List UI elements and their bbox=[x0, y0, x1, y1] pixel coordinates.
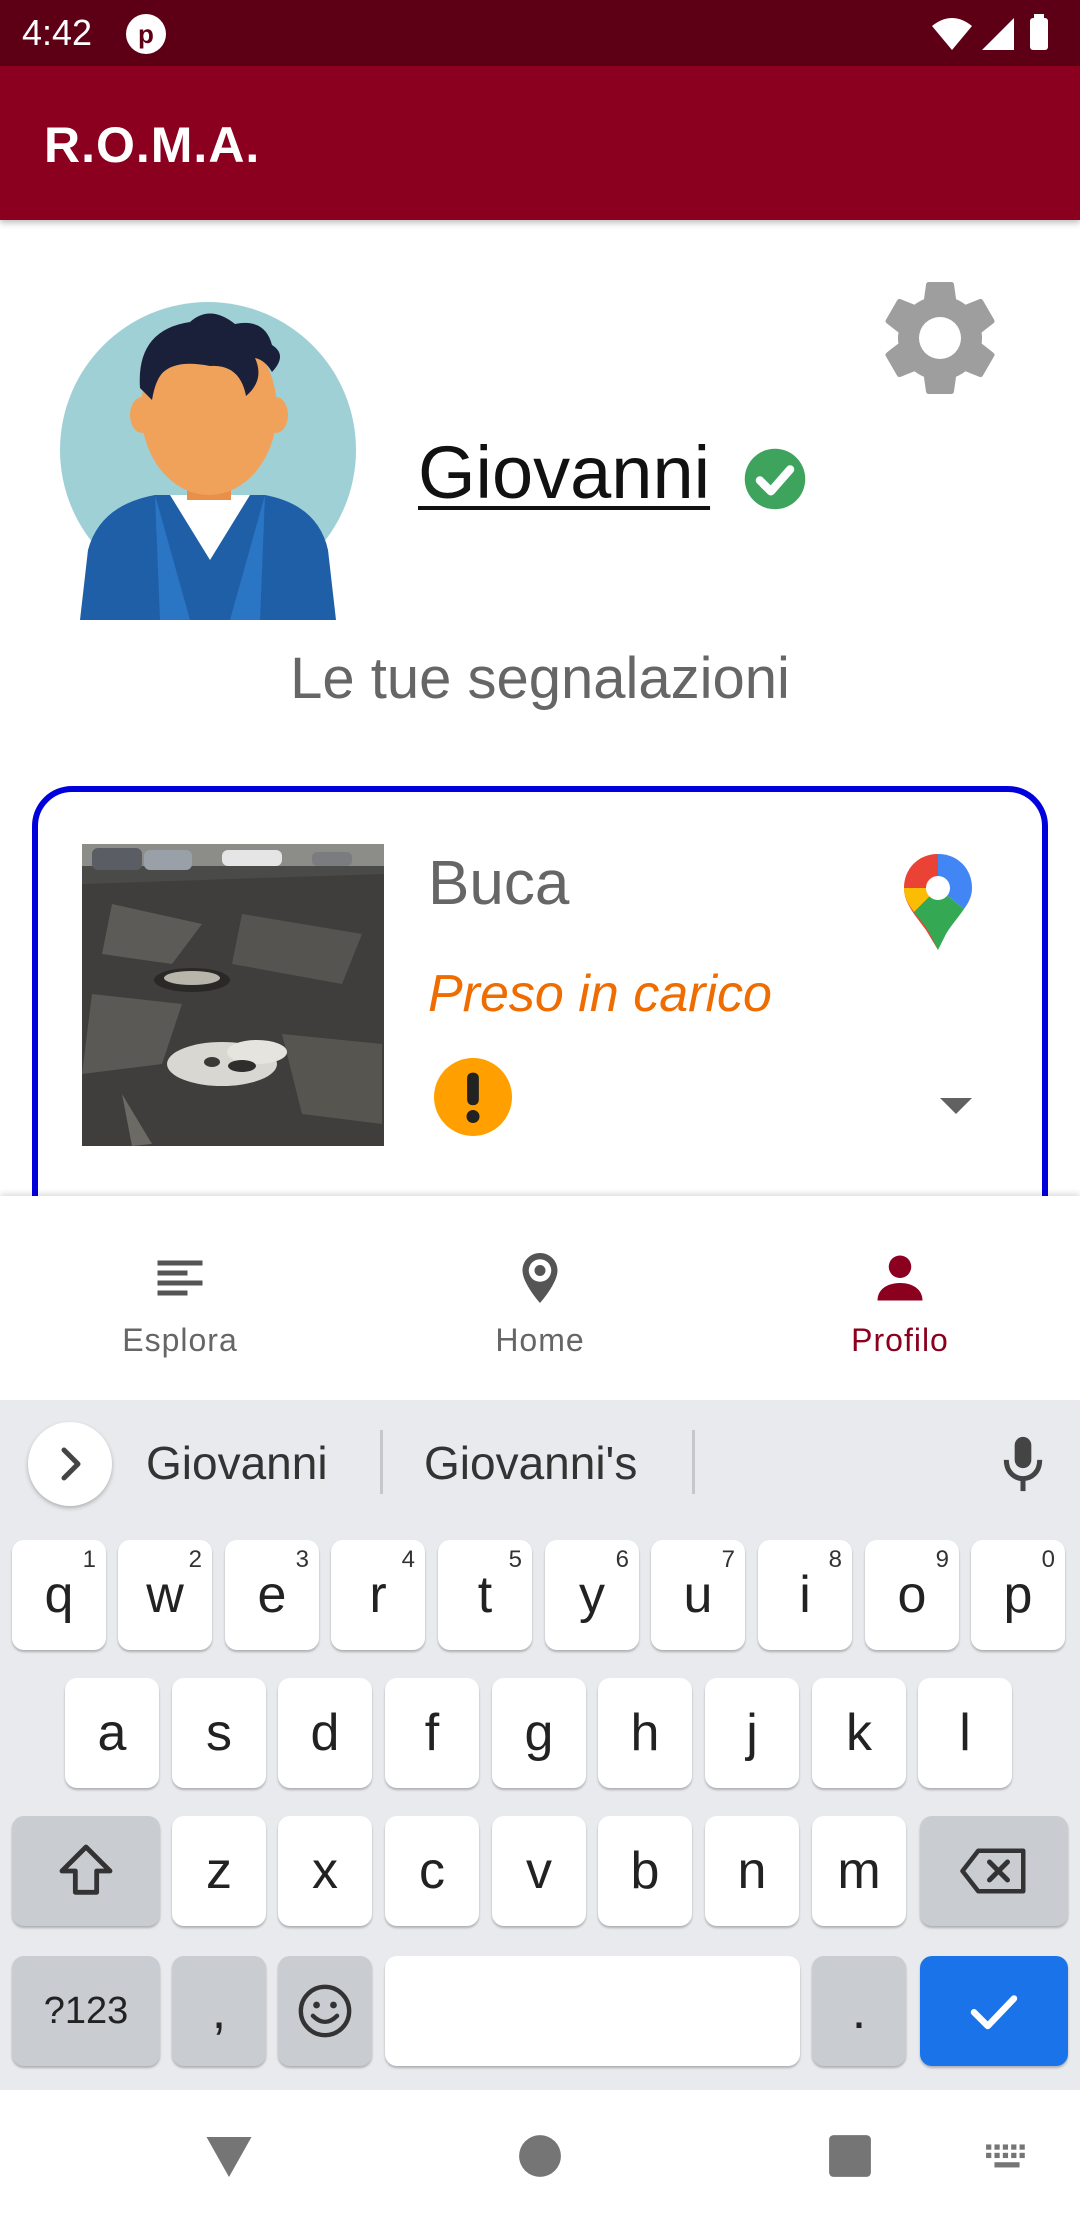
key-x[interactable]: x bbox=[278, 1816, 372, 1926]
key-a[interactable]: a bbox=[65, 1678, 159, 1788]
space-bar[interactable] bbox=[385, 1956, 800, 2066]
key-t[interactable]: t5 bbox=[438, 1540, 532, 1650]
smiley-icon bbox=[298, 1984, 352, 2038]
key-g[interactable]: g bbox=[492, 1678, 586, 1788]
key-m[interactable]: m bbox=[812, 1816, 906, 1926]
backspace-key[interactable] bbox=[920, 1816, 1068, 1926]
report-status: Preso in carico bbox=[428, 965, 772, 1023]
report-photo bbox=[82, 844, 384, 1146]
key-s[interactable]: s bbox=[172, 1678, 266, 1788]
app-screen: 4:42 p R.O.M.A. Giovanni Le tue segnalaz… bbox=[0, 0, 1080, 2220]
key-l[interactable]: l bbox=[918, 1678, 1012, 1788]
suggestion-1[interactable]: Giovanni bbox=[146, 1436, 328, 1490]
status-bar: 4:42 p bbox=[0, 0, 1080, 66]
backspace-icon bbox=[960, 1848, 1026, 1894]
chevron-down-icon[interactable] bbox=[936, 1094, 976, 1118]
soft-keyboard: Giovanni Giovanni's q1 w2 e3 r4 t5 y6 u7… bbox=[0, 1400, 1080, 2090]
list-icon bbox=[157, 1260, 203, 1296]
enter-key[interactable] bbox=[920, 1956, 1068, 2066]
key-w[interactable]: w2 bbox=[118, 1540, 212, 1650]
section-title: Le tue segnalazioni bbox=[290, 646, 790, 711]
key-d[interactable]: d bbox=[278, 1678, 372, 1788]
report-card[interactable]: Buca Preso in carico bbox=[32, 786, 1048, 1246]
key-u[interactable]: u7 bbox=[651, 1540, 745, 1650]
nav-label-profilo: Profilo bbox=[851, 1322, 949, 1358]
key-r[interactable]: r4 bbox=[331, 1540, 425, 1650]
key-y[interactable]: y6 bbox=[545, 1540, 639, 1650]
status-time: 4:42 bbox=[22, 12, 93, 53]
key-h[interactable]: h bbox=[598, 1678, 692, 1788]
person-icon bbox=[877, 1255, 923, 1301]
comma-key[interactable]: , bbox=[172, 1956, 266, 2066]
bottom-navigation: Esplora Home Profilo bbox=[0, 1196, 1080, 1400]
location-pin-icon bbox=[522, 1253, 558, 1303]
checkmark-icon bbox=[970, 1995, 1018, 2030]
period-key[interactable]: . bbox=[812, 1956, 906, 2066]
key-n[interactable]: n bbox=[705, 1816, 799, 1926]
app-title: R.O.M.A. bbox=[44, 117, 261, 173]
key-v[interactable]: v bbox=[492, 1816, 586, 1926]
suggestion-divider bbox=[380, 1430, 383, 1494]
suggestion-expand-button[interactable] bbox=[28, 1422, 112, 1506]
avatar bbox=[60, 302, 356, 620]
check-circle-icon bbox=[744, 448, 806, 510]
nav-label-home: Home bbox=[495, 1322, 585, 1358]
key-z[interactable]: z bbox=[172, 1816, 266, 1926]
suggestion-divider bbox=[692, 1430, 695, 1494]
recents-icon[interactable] bbox=[828, 2134, 872, 2178]
wifi-icon bbox=[932, 18, 972, 50]
system-status-icons bbox=[932, 14, 1048, 50]
key-o[interactable]: o9 bbox=[865, 1540, 959, 1650]
system-navigation-bar bbox=[0, 2090, 1080, 2220]
key-e[interactable]: e3 bbox=[225, 1540, 319, 1650]
key-q[interactable]: q1 bbox=[12, 1540, 106, 1650]
symbols-key[interactable]: ?123 bbox=[12, 1956, 160, 2066]
shift-icon bbox=[59, 1844, 113, 1895]
notification-app-icon: p bbox=[126, 14, 166, 54]
shift-key[interactable] bbox=[12, 1816, 160, 1926]
nav-item-profilo[interactable]: Profilo bbox=[720, 1196, 1080, 1400]
key-j[interactable]: j bbox=[705, 1678, 799, 1788]
key-i[interactable]: i8 bbox=[758, 1540, 852, 1650]
battery-icon bbox=[1030, 18, 1048, 50]
microphone-icon[interactable] bbox=[998, 1434, 1048, 1494]
nav-item-esplora[interactable]: Esplora bbox=[0, 1196, 360, 1400]
key-p[interactable]: p0 bbox=[971, 1540, 1065, 1650]
exclamation-circle-icon bbox=[434, 1058, 512, 1136]
key-k[interactable]: k bbox=[812, 1678, 906, 1788]
home-icon[interactable] bbox=[518, 2134, 562, 2178]
signal-icon bbox=[982, 18, 1014, 50]
profile-name[interactable]: Giovanni bbox=[418, 430, 710, 515]
nav-item-home[interactable]: Home bbox=[360, 1196, 720, 1400]
key-b[interactable]: b bbox=[598, 1816, 692, 1926]
report-type: Buca bbox=[428, 849, 570, 918]
gear-icon[interactable] bbox=[870, 268, 1010, 408]
key-f[interactable]: f bbox=[385, 1678, 479, 1788]
keyboard-switch-icon[interactable] bbox=[984, 2142, 1030, 2172]
chevron-right-icon bbox=[61, 1447, 81, 1481]
back-icon[interactable] bbox=[204, 2132, 254, 2182]
nav-label-esplora: Esplora bbox=[122, 1322, 238, 1358]
key-c[interactable]: c bbox=[385, 1816, 479, 1926]
emoji-key[interactable] bbox=[278, 1956, 372, 2066]
app-bar: R.O.M.A. bbox=[0, 66, 1080, 220]
suggestion-2[interactable]: Giovanni's bbox=[424, 1436, 637, 1490]
google-maps-pin-icon[interactable] bbox=[902, 852, 974, 952]
